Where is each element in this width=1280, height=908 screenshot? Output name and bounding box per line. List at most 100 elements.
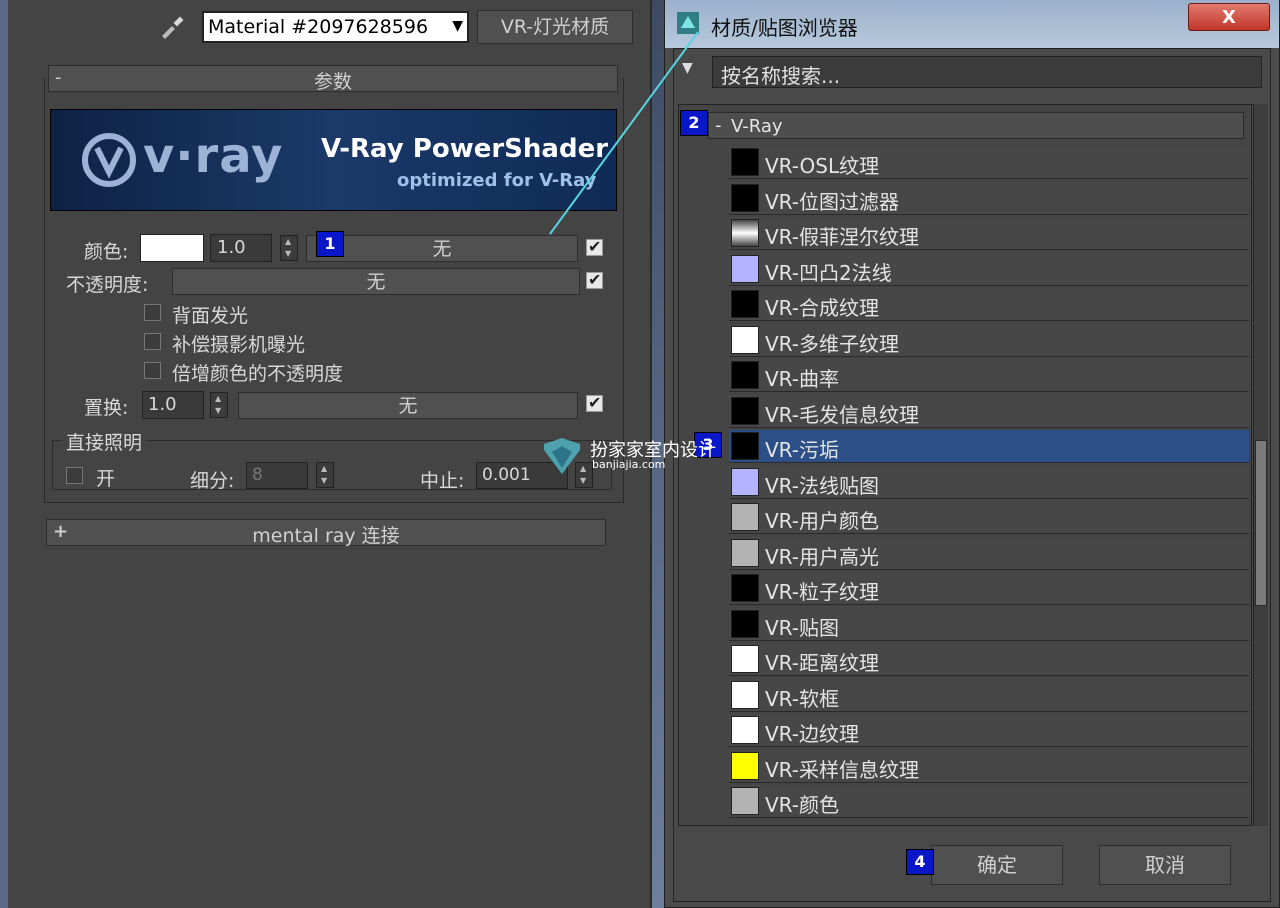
displace-input[interactable]: 1.0 [142,391,204,419]
list-scrollbar[interactable] [1253,104,1268,826]
list-item[interactable]: VR-颜色 [729,785,1249,818]
list-item[interactable]: VR-毛发信息纹理 [729,394,1249,428]
map-swatch [731,219,759,247]
opacity-map-checkbox[interactable] [586,270,603,289]
map-label: VR-采样信息纹理 [765,757,919,782]
close-button[interactable]: X [1188,3,1270,31]
list-item[interactable]: VR-曲率 [729,359,1249,392]
watermark-logo-icon [544,438,580,474]
annotation-badge-4: 4 [906,849,934,875]
compensate-exposure-label: 补偿摄影机曝光 [172,334,306,356]
multiply-opacity-label: 倍增颜色的不透明度 [172,363,344,385]
map-label: VR-合成纹理 [765,296,879,320]
mental-ray-title: mental ray 连接 [252,525,400,547]
dialog-title: 材质/贴图浏览器 [711,16,858,40]
map-label: VR-法线贴图 [765,473,879,498]
cancel-button[interactable]: 取消 [1099,845,1231,885]
emit-backside-checkbox[interactable] [144,304,161,321]
map-label: VR-毛发信息纹理 [765,402,919,427]
scrollbar-thumb[interactable] [1255,440,1267,606]
list-item[interactable]: VR-合成纹理 [729,288,1249,321]
map-label: VR-边纹理 [765,722,859,746]
map-swatch [731,645,759,673]
list-item[interactable]: VR-凹凸2法线 [729,252,1249,286]
map-swatch [731,503,759,531]
map-swatch [731,716,759,744]
vray-logo-text: v·ray [143,128,284,184]
emit-backside-label: 背面发光 [172,305,249,327]
map-label: VR-颜色 [765,793,839,817]
color-label: 颜色: [84,241,129,263]
color-map-checkbox[interactable] [586,237,603,256]
map-swatch [731,538,759,567]
list-item[interactable]: VR-多维子纹理 [729,323,1249,357]
map-swatch [731,183,759,212]
subdiv-input[interactable]: 8 [246,462,308,489]
list-item[interactable]: VR-用户颜色 [729,501,1249,534]
list-item[interactable]: VR-距离纹理 [729,643,1249,676]
annotation-badge-1: 1 [316,231,344,257]
map-swatch [731,787,759,815]
search-input[interactable]: 按名称搜索... [712,56,1262,88]
list-item[interactable]: VR-假菲涅尔纹理 [729,217,1249,250]
subdiv-spinner[interactable] [316,462,334,488]
list-item[interactable]: VR-OSL纹理 [729,146,1249,179]
ok-button[interactable]: 确定 [931,845,1063,885]
map-label: VR-污垢 [765,438,839,462]
map-swatch [731,361,759,389]
multiply-opacity-checkbox[interactable] [144,362,161,379]
map-label: VR-多维子纹理 [765,331,899,356]
list-item[interactable]: VR-污垢 [729,430,1249,463]
dialog-title-bar[interactable]: 材质/贴图浏览器 X [665,0,1279,48]
map-swatch [731,609,759,638]
color-swatch[interactable] [140,234,204,262]
map-swatch [731,751,759,780]
list-item[interactable]: VR-粒子纹理 [729,572,1249,605]
color-multiplier-input[interactable]: 1.0 [210,234,272,262]
eyedropper-icon[interactable] [158,10,188,40]
vray-group-header[interactable]: - V-Ray [708,112,1244,139]
list-item[interactable]: VR-法线贴图 [729,465,1249,499]
map-label: VR-假菲涅尔纹理 [765,225,919,249]
annotation-connector-line [549,31,699,235]
watermark: 扮家家室内设计 banjiajia.com [540,436,740,476]
list-item[interactable]: VR-贴图 [729,607,1249,641]
list-item[interactable]: VR-边纹理 [729,714,1249,747]
map-swatch [731,680,759,709]
map-label: VR-用户高光 [765,544,879,569]
color-multiplier-spinner[interactable] [280,235,298,261]
mental-ray-rollout-header[interactable]: + mental ray 连接 [46,519,606,547]
material-name-value: Material #2097628596 [208,16,429,38]
vray-logo-icon [82,133,136,187]
list-item[interactable]: VR-软框 [729,678,1249,712]
subdiv-label: 细分: [190,470,235,492]
list-item[interactable]: VR-采样信息纹理 [729,749,1249,783]
displace-label: 置换: [84,397,129,419]
direct-illumination-title: 直接照明 [62,428,147,455]
opacity-map-button[interactable]: 无 [172,268,580,295]
opacity-label: 不透明度: [66,274,149,296]
cutoff-label: 中止: [420,470,465,492]
displace-spinner[interactable] [210,392,228,418]
direct-on-checkbox[interactable] [66,467,83,484]
map-label: VR-曲率 [765,367,839,391]
chevron-down-icon: ▼ [452,18,463,34]
map-swatch [731,574,759,602]
list-item[interactable]: VR-位图过滤器 [729,181,1249,215]
map-label: VR-软框 [765,686,839,711]
group-toggle: - [715,115,722,136]
map-label: VR-粒子纹理 [765,580,879,604]
material-name-dropdown[interactable]: Material #2097628596 ▼ [202,11,469,43]
list-item[interactable]: VR-用户高光 [729,536,1249,570]
displace-map-checkbox[interactable] [586,393,603,412]
map-swatch [731,396,759,425]
color-map-button[interactable]: 无 [306,235,578,262]
group-name: V-Ray [731,116,783,137]
map-label: VR-凹凸2法线 [765,260,892,285]
map-label: VR-贴图 [765,615,839,640]
map-swatch [731,325,759,354]
map-label: VR-用户颜色 [765,509,879,533]
displace-map-button[interactable]: 无 [238,392,578,419]
direct-on-label: 开 [96,468,116,490]
compensate-exposure-checkbox[interactable] [144,333,161,350]
